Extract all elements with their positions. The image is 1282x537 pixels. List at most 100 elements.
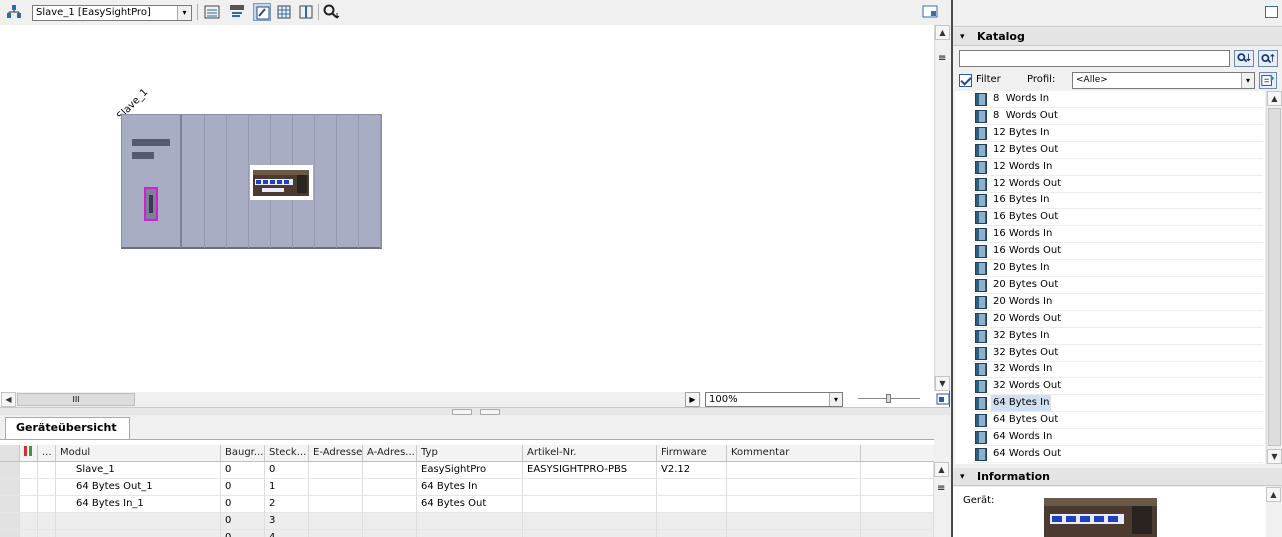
cell-steck[interactable]: 4 xyxy=(265,530,309,537)
cell-firmware[interactable]: V2.12 xyxy=(657,462,727,479)
catalog-item[interactable]: 64 Bytes Out xyxy=(975,412,1263,430)
catalog-scroll-thumb[interactable] xyxy=(1268,108,1281,446)
catalog-item[interactable]: 16 Bytes Out xyxy=(975,209,1263,227)
cell-firmware[interactable] xyxy=(657,530,727,537)
zoom-slider-handle[interactable] xyxy=(886,394,891,403)
column-header-e-adresse[interactable]: E-Adresse xyxy=(309,445,363,462)
cell-firmware[interactable] xyxy=(657,513,727,530)
cell-artikel[interactable] xyxy=(523,496,657,513)
cell-artikel[interactable] xyxy=(523,479,657,496)
column-header-a-adresse[interactable]: A-Adres... xyxy=(363,445,417,462)
device-head-module[interactable] xyxy=(122,115,182,248)
table-row[interactable]: 03 xyxy=(0,513,934,530)
cell-modul[interactable]: Slave_1 xyxy=(56,462,221,479)
cell-e-adresse[interactable] xyxy=(309,479,363,496)
cell-steck[interactable]: 0 xyxy=(265,462,309,479)
catalog-item[interactable]: 16 Words Out xyxy=(975,243,1263,261)
cell-baugr[interactable]: 0 xyxy=(221,462,265,479)
catalog-item[interactable]: 32 Words In xyxy=(975,361,1263,379)
canvas-horizontal-scrollbar[interactable]: ◀ III xyxy=(1,392,701,407)
cell-typ[interactable] xyxy=(417,513,523,530)
catalog-section-header[interactable]: ▾ Katalog xyxy=(953,28,1282,46)
column-header-modul[interactable]: Modul xyxy=(56,445,221,462)
tab-geraeteuebersicht[interactable]: Geräteübersicht xyxy=(5,417,130,439)
cell-modul[interactable]: 64 Bytes Out_1 xyxy=(56,479,221,496)
catalog-item[interactable]: 64 Bytes In xyxy=(975,395,1263,413)
table-row[interactable]: 04 xyxy=(0,530,934,537)
catalog-item[interactable]: 20 Bytes In xyxy=(975,260,1263,277)
catalog-search-input[interactable] xyxy=(959,50,1230,67)
catalog-item[interactable]: 12 Bytes Out xyxy=(975,142,1263,159)
cell-firmware[interactable] xyxy=(657,496,727,513)
scroll-up-icon[interactable]: ▲ xyxy=(1266,487,1281,502)
scroll-right-icon[interactable]: ▶ xyxy=(685,392,700,407)
search-down-icon[interactable] xyxy=(1234,50,1254,67)
cell-kommentar[interactable] xyxy=(727,479,861,496)
cell-modul[interactable] xyxy=(56,513,221,530)
scroll-menu-icon[interactable]: ≡ xyxy=(938,53,946,64)
page-layout-icon[interactable] xyxy=(297,3,315,21)
device-rack[interactable] xyxy=(121,114,382,249)
cell-typ[interactable]: EasySightPro xyxy=(417,462,523,479)
information-section-header[interactable]: ▾ Information xyxy=(953,468,1282,486)
cell-kommentar[interactable] xyxy=(727,496,861,513)
filter-checkbox[interactable] xyxy=(959,74,972,87)
column-header[interactable]: ... xyxy=(38,445,56,462)
cell-kommentar[interactable] xyxy=(727,513,861,530)
catalog-vertical-scrollbar[interactable]: ▲ ▼ xyxy=(1266,91,1282,464)
table-vertical-scrollbar[interactable]: ▲ ≡ xyxy=(934,462,950,537)
column-header-kommentar[interactable]: Kommentar xyxy=(727,445,861,462)
device-select[interactable]: Slave_1 [EasySightPro] ▾ xyxy=(32,5,192,21)
canvas-vertical-scrollbar[interactable]: ▲ ≡ ▼ xyxy=(934,25,950,391)
cell-a-adresse[interactable] xyxy=(363,513,417,530)
cell-e-adresse[interactable] xyxy=(309,462,363,479)
panel-toggle-icon[interactable] xyxy=(921,3,939,21)
cell-typ[interactable] xyxy=(417,530,523,537)
search-up-icon[interactable] xyxy=(1258,50,1278,67)
scroll-up-icon[interactable]: ▲ xyxy=(934,462,949,477)
cell-e-adresse[interactable] xyxy=(309,513,363,530)
catalog-item[interactable]: 32 Words Out xyxy=(975,378,1263,396)
cell-a-adresse[interactable] xyxy=(363,496,417,513)
catalog-item[interactable]: 8 Words In xyxy=(975,91,1263,108)
column-header-steckplatz[interactable]: Steck... xyxy=(265,445,309,462)
catalog-item[interactable]: 64 Words Out xyxy=(975,446,1263,463)
catalog-item[interactable]: 32 Bytes Out xyxy=(975,345,1263,362)
cell-e-adresse[interactable] xyxy=(309,496,363,513)
show-names-icon[interactable] xyxy=(228,3,246,21)
column-icon-header[interactable] xyxy=(20,445,38,462)
catalog-item[interactable]: 16 Words In xyxy=(975,226,1263,244)
cell-typ[interactable]: 64 Bytes Out xyxy=(417,496,523,513)
cell-baugr[interactable]: 0 xyxy=(221,479,265,496)
scroll-down-icon[interactable]: ▼ xyxy=(935,376,950,391)
panel-splitter[interactable] xyxy=(0,407,950,415)
cell-a-adresse[interactable] xyxy=(363,479,417,496)
catalog-item[interactable]: 12 Bytes In xyxy=(975,125,1263,142)
scroll-menu-icon[interactable]: ≡ xyxy=(937,483,945,494)
interface-view-icon[interactable] xyxy=(253,3,271,21)
cell-artikel[interactable] xyxy=(523,513,657,530)
device-canvas[interactable]: Slave_1 xyxy=(1,25,933,391)
cell-a-adresse[interactable] xyxy=(363,530,417,537)
catalog-item[interactable]: 20 Words Out xyxy=(975,311,1263,328)
cell-artikel[interactable] xyxy=(523,530,657,537)
device-table-icon[interactable] xyxy=(203,3,221,21)
network-view-icon[interactable] xyxy=(5,3,23,21)
table-row[interactable]: Slave_1 0 0 EasySightPro EASYSIGHTPRO-PBS V2.… xyxy=(0,462,934,479)
column-header-typ[interactable]: Typ xyxy=(417,445,523,462)
catalog-item[interactable]: 32 Bytes In xyxy=(975,328,1263,345)
cell-steck[interactable]: 2 xyxy=(265,496,309,513)
cell-baugr[interactable]: 0 xyxy=(221,530,265,537)
information-vertical-scrollbar[interactable]: ▲ xyxy=(1266,487,1282,537)
catalog-item[interactable]: 20 Words In xyxy=(975,294,1263,311)
cell-steck[interactable]: 1 xyxy=(265,479,309,496)
cell-modul[interactable] xyxy=(56,530,221,537)
profile-settings-icon[interactable] xyxy=(1259,72,1277,89)
cell-baugr[interactable]: 0 xyxy=(221,513,265,530)
cell-a-adresse[interactable] xyxy=(363,462,417,479)
scroll-left-icon[interactable]: ◀ xyxy=(1,392,16,407)
cell-steck[interactable]: 3 xyxy=(265,513,309,530)
zoom-fit-icon[interactable] xyxy=(936,392,950,406)
cell-firmware[interactable] xyxy=(657,479,727,496)
zoom-slider[interactable] xyxy=(858,394,920,403)
